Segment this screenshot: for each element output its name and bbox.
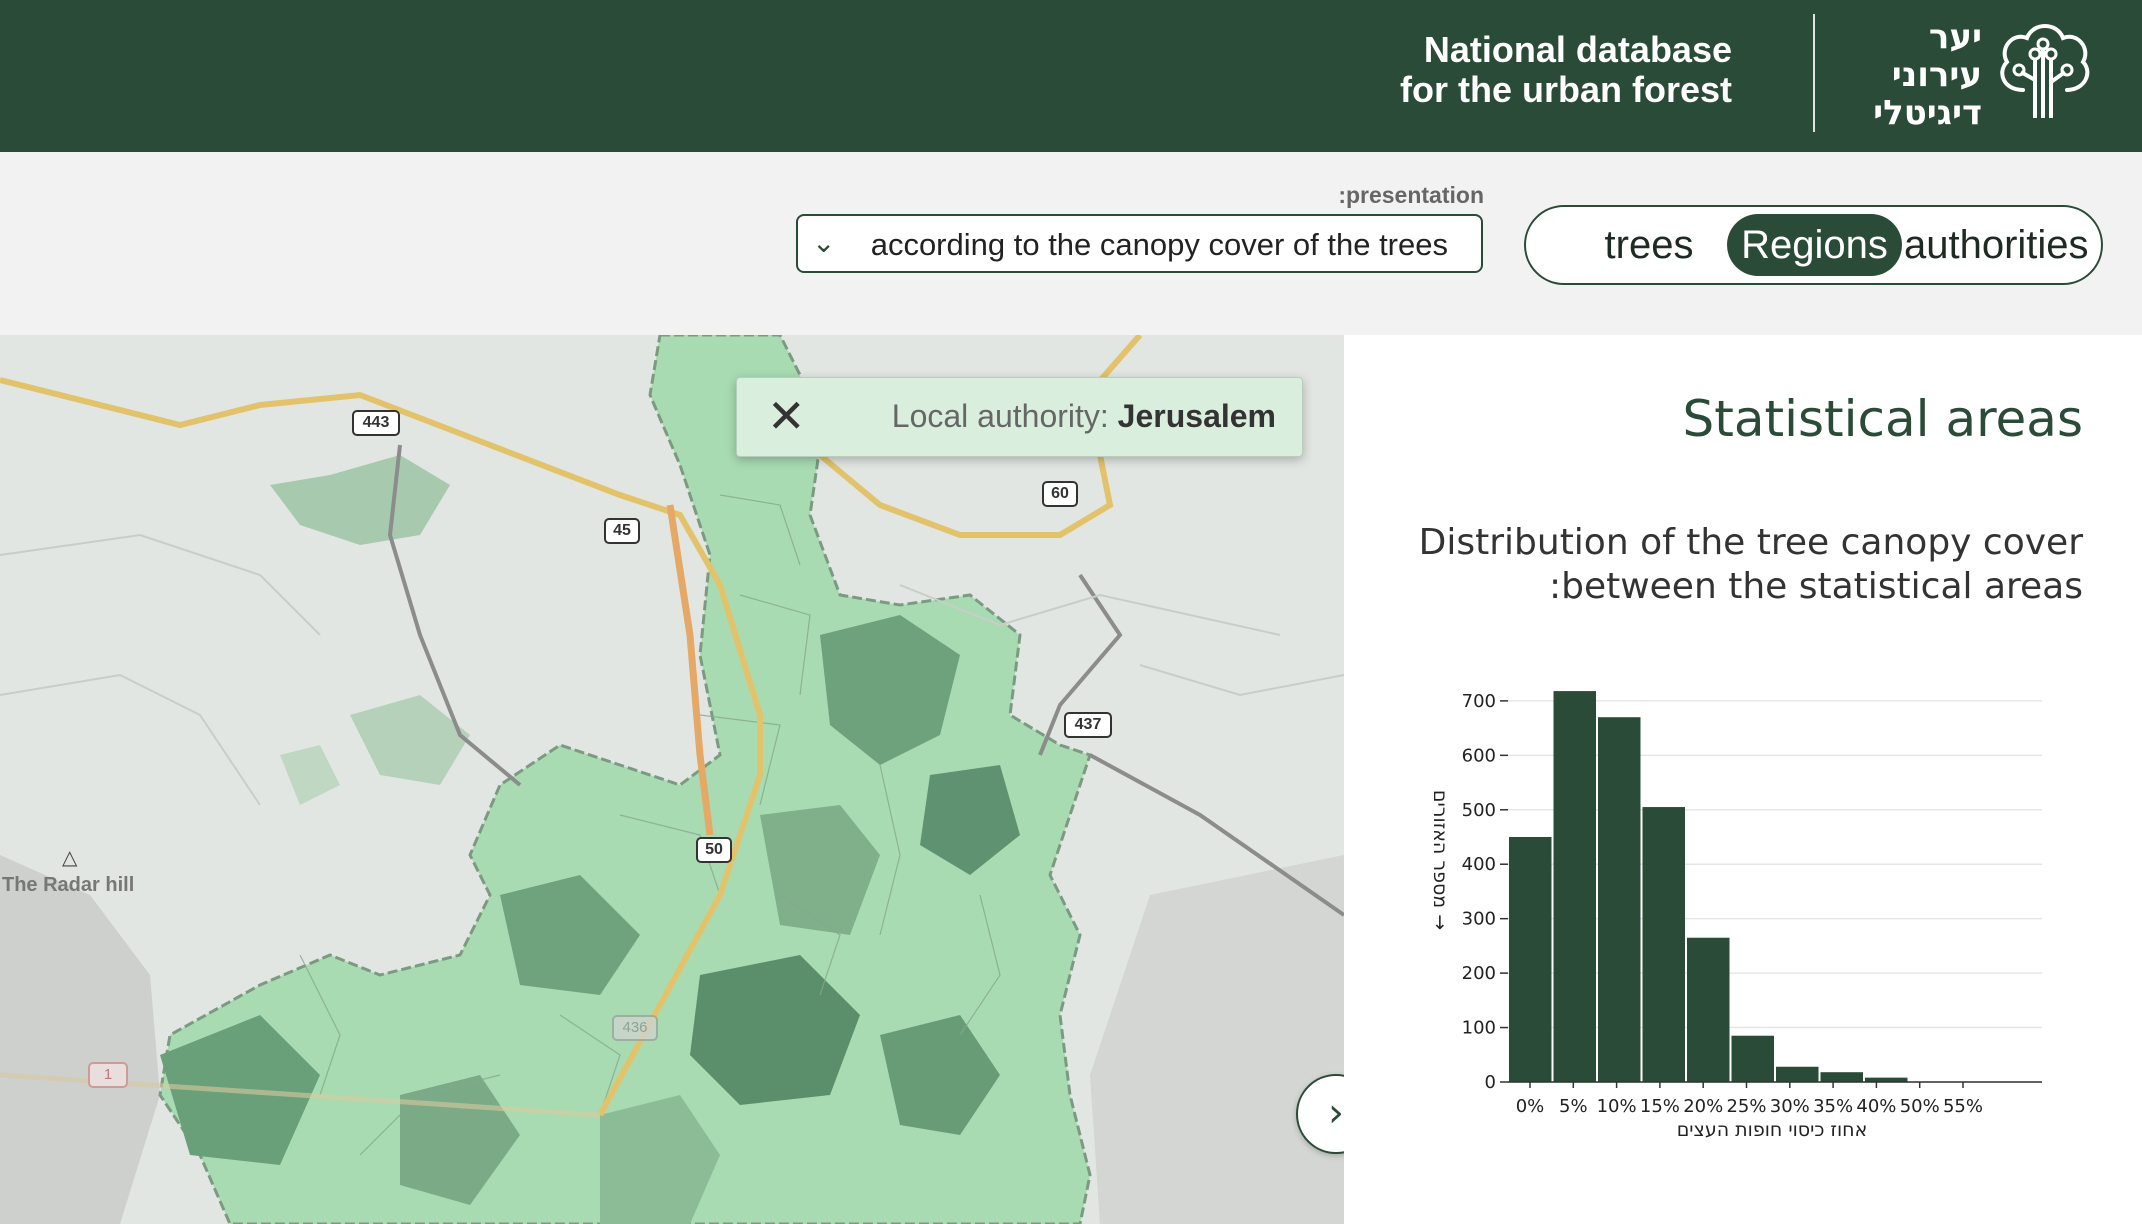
x-tick-label-8: 40% bbox=[1856, 1096, 1896, 1117]
bar-2 bbox=[1598, 717, 1641, 1082]
view-option-trees[interactable]: trees bbox=[1574, 214, 1724, 276]
y-tick-label-5: 500 bbox=[1462, 800, 1496, 821]
x-tick-label-10: 55% bbox=[1943, 1096, 1983, 1117]
presentation-label: :presentation bbox=[1338, 182, 1484, 208]
road-shield-1: 1 bbox=[88, 1062, 128, 1088]
y-tick-label-1: 100 bbox=[1462, 1018, 1496, 1039]
site-title-line2: for the urban forest bbox=[1399, 69, 1732, 110]
logo-text[interactable]: יער עירוני דיגיטלי bbox=[1873, 18, 1982, 132]
view-option-authorities[interactable]: authorities bbox=[1904, 214, 2101, 276]
x-tick-label-2: 10% bbox=[1597, 1096, 1637, 1117]
y-tick-label-6: 600 bbox=[1462, 745, 1496, 766]
authority-filter-chip: ✕ Local authority: Jerusalem bbox=[736, 377, 1303, 457]
y-tick-label-4: 400 bbox=[1462, 854, 1496, 875]
road-shield-443: 443 bbox=[352, 410, 400, 436]
road-shield-437: 437 bbox=[1064, 712, 1112, 738]
bar-6 bbox=[1776, 1066, 1819, 1082]
tree-logo-icon[interactable] bbox=[1993, 20, 2095, 124]
header-divider bbox=[1813, 14, 1815, 132]
close-icon[interactable]: ✕ bbox=[767, 388, 806, 444]
x-tick-label-6: 30% bbox=[1770, 1096, 1810, 1117]
x-tick-label-9: 50% bbox=[1900, 1096, 1940, 1117]
chevron-down-icon: ⌄ bbox=[812, 226, 836, 259]
view-option-regions[interactable]: Regions bbox=[1727, 214, 1902, 276]
bar-7 bbox=[1820, 1072, 1863, 1082]
x-tick-label-1: 5% bbox=[1559, 1096, 1588, 1117]
site-title-line1: National database bbox=[1423, 29, 1732, 70]
authority-label-text: Local authority: bbox=[891, 398, 1109, 434]
controls-bar: :presentation ⌄ according to the canopy … bbox=[0, 152, 2142, 335]
view-toggle: trees Regions authorities bbox=[1524, 205, 2103, 285]
bar-1 bbox=[1553, 691, 1596, 1082]
x-axis-label: אחוז כיסוי חופות העצים bbox=[1677, 1119, 1868, 1141]
road-shield-45: 45 bbox=[604, 518, 640, 544]
presentation-select-value: according to the canopy cover of the tre… bbox=[870, 227, 1448, 262]
place-label: The Radar hill bbox=[2, 874, 135, 896]
logo-line3: דיגיטלי bbox=[1873, 93, 1982, 133]
x-tick-label-0: 0% bbox=[1516, 1096, 1545, 1117]
map-view[interactable]: 443 45 60 437 50 436 1 △ The Radar hill bbox=[0, 335, 1344, 1224]
peak-icon: △ bbox=[62, 845, 78, 869]
app-header: National database for the urban forest י… bbox=[0, 0, 2142, 152]
bar-3 bbox=[1642, 807, 1685, 1082]
logo-line1: יער bbox=[1928, 17, 1982, 57]
logo-line2: עירוני bbox=[1891, 55, 1982, 95]
distribution-title: Distribution of the tree canopy cover :b… bbox=[1418, 522, 2083, 607]
x-tick-label-7: 35% bbox=[1813, 1096, 1853, 1117]
bar-4 bbox=[1687, 937, 1730, 1082]
x-tick-label-3: 15% bbox=[1640, 1096, 1680, 1117]
road-shield-436: 436 bbox=[612, 1015, 658, 1041]
bar-5 bbox=[1731, 1035, 1774, 1082]
y-axis-label: מספר האזורים → bbox=[1429, 790, 1451, 930]
map-canvas bbox=[0, 335, 1344, 1224]
panel-title: Statistical areas bbox=[1682, 390, 2084, 448]
y-tick-label-2: 200 bbox=[1462, 963, 1496, 984]
canopy-histogram: מספר האזורים → אחוז כיסוי חופות העצים 0 1… bbox=[1429, 691, 2042, 1141]
x-tick-label-4: 20% bbox=[1683, 1096, 1723, 1117]
road-shield-60: 60 bbox=[1042, 481, 1078, 507]
bar-0 bbox=[1509, 837, 1552, 1082]
y-tick-label-7: 700 bbox=[1462, 691, 1496, 712]
chart-layer: 0 100 200 300 400 500 600 700 0% 5% 10% 15% 20% 25% 30… bbox=[1462, 691, 2042, 1117]
authority-label: Local authority: Jerusalem bbox=[892, 398, 1276, 435]
presentation-select[interactable]: ⌄ according to the canopy cover of the t… bbox=[796, 214, 1483, 273]
road-shield-50: 50 bbox=[696, 837, 732, 863]
authority-name: Jerusalem bbox=[1117, 398, 1276, 434]
site-title[interactable]: National database for the urban forest bbox=[1400, 30, 1732, 110]
y-tick-label-3: 300 bbox=[1462, 909, 1496, 930]
y-tick-label-0: 0 bbox=[1485, 1072, 1496, 1093]
x-tick-label-5: 25% bbox=[1726, 1096, 1766, 1117]
